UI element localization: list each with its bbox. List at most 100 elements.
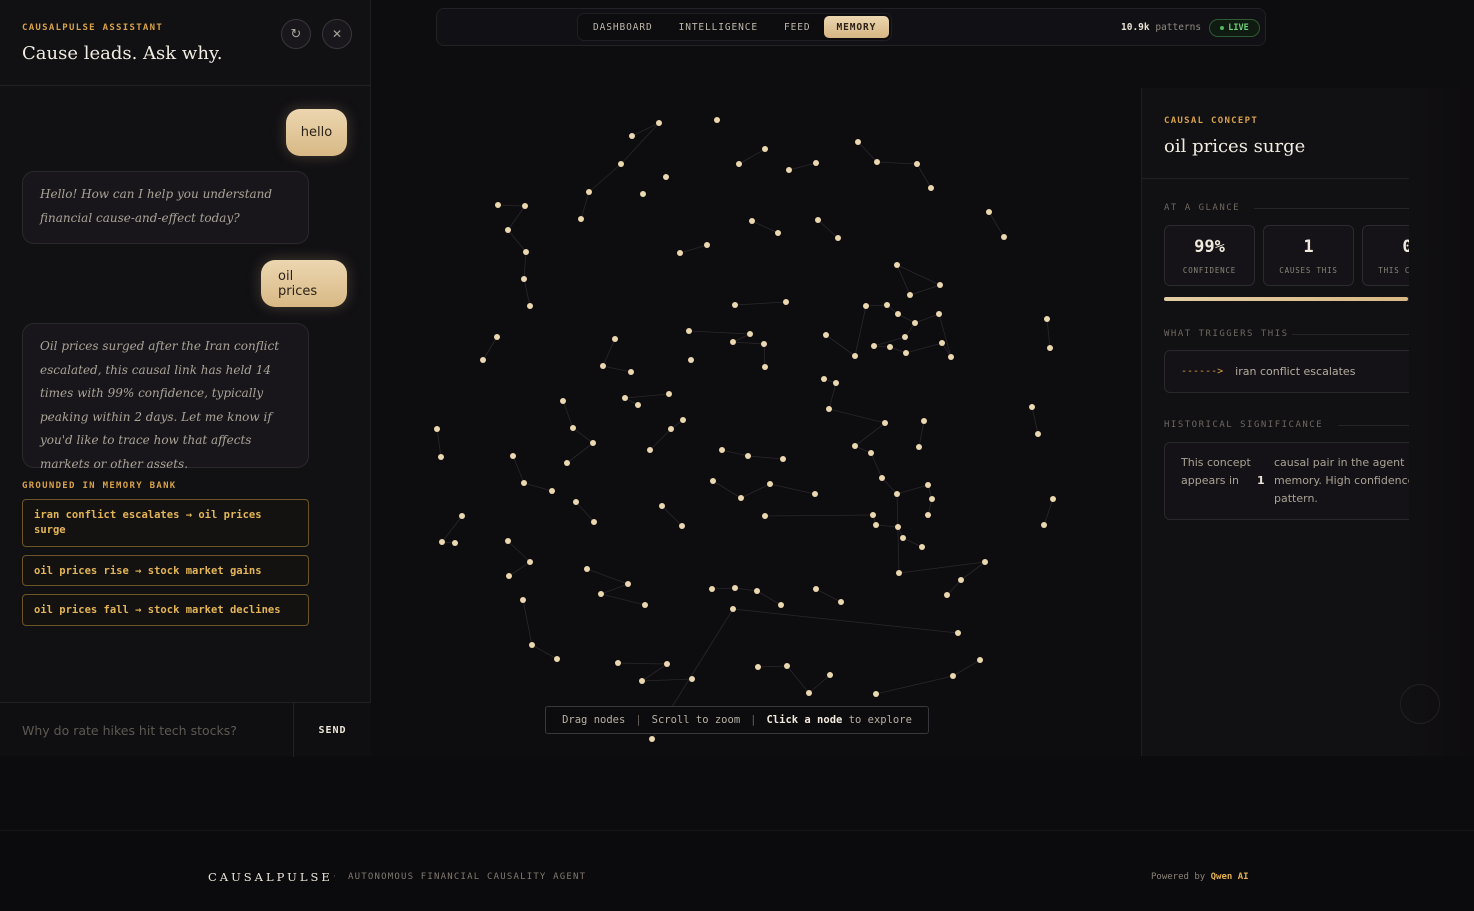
graph-node[interactable] — [689, 676, 695, 682]
graph-node[interactable] — [1050, 496, 1056, 502]
graph-node[interactable] — [907, 292, 913, 298]
graph-node[interactable] — [936, 311, 942, 317]
graph-node[interactable] — [879, 475, 885, 481]
graph-node[interactable] — [780, 456, 786, 462]
graph-node[interactable] — [600, 363, 606, 369]
graph-node[interactable] — [900, 535, 906, 541]
graph-node[interactable] — [520, 597, 526, 603]
graph-node[interactable] — [680, 417, 686, 423]
graph-node[interactable] — [902, 334, 908, 340]
memory-chip[interactable]: oil prices fall → stock market declines — [22, 594, 309, 626]
graph-node[interactable] — [873, 691, 879, 697]
graph-node[interactable] — [590, 440, 596, 446]
graph-node[interactable] — [894, 491, 900, 497]
graph-node[interactable] — [928, 185, 934, 191]
graph-node[interactable] — [827, 672, 833, 678]
graph-node[interactable] — [903, 350, 909, 356]
graph-node[interactable] — [896, 570, 902, 576]
graph-node[interactable] — [838, 599, 844, 605]
graph-node[interactable] — [813, 586, 819, 592]
graph-node[interactable] — [639, 678, 645, 684]
tab-feed[interactable]: FEED — [771, 16, 823, 38]
graph-node[interactable] — [852, 443, 858, 449]
graph-node[interactable] — [523, 249, 529, 255]
graph-node[interactable] — [529, 642, 535, 648]
graph-node[interactable] — [710, 478, 716, 484]
graph-node[interactable] — [813, 160, 819, 166]
graph-node[interactable] — [823, 332, 829, 338]
graph-node[interactable] — [882, 420, 888, 426]
graph-node[interactable] — [874, 159, 880, 165]
graph-node[interactable] — [521, 480, 527, 486]
graph-node[interactable] — [578, 216, 584, 222]
graph-node[interactable] — [439, 539, 445, 545]
graph-node[interactable] — [640, 191, 646, 197]
graph-node[interactable] — [871, 343, 877, 349]
graph-node[interactable] — [925, 512, 931, 518]
graph-node[interactable] — [584, 566, 590, 572]
graph-node[interactable] — [762, 146, 768, 152]
graph-node[interactable] — [939, 340, 945, 346]
side-circle-button[interactable] — [1400, 684, 1440, 724]
graph-node[interactable] — [826, 406, 832, 412]
graph-node[interactable] — [573, 499, 579, 505]
tab-dashboard[interactable]: DASHBOARD — [580, 16, 666, 38]
graph-node[interactable] — [1029, 404, 1035, 410]
graph-node[interactable] — [778, 602, 784, 608]
graph-node[interactable] — [812, 491, 818, 497]
tab-memory[interactable]: MEMORY — [823, 16, 890, 38]
graph-node[interactable] — [955, 630, 961, 636]
graph-node[interactable] — [925, 482, 931, 488]
graph-node[interactable] — [762, 513, 768, 519]
graph-node[interactable] — [586, 189, 592, 195]
graph-node[interactable] — [664, 661, 670, 667]
graph-node[interactable] — [806, 690, 812, 696]
graph-node[interactable] — [438, 454, 444, 460]
graph-node[interactable] — [747, 331, 753, 337]
graph-node[interactable] — [649, 736, 655, 742]
graph-node[interactable] — [958, 577, 964, 583]
graph-node[interactable] — [730, 606, 736, 612]
graph-node[interactable] — [1041, 522, 1047, 528]
trigger-item[interactable]: ------> iran conflict escalates — [1164, 350, 1409, 393]
close-button[interactable]: ✕ — [322, 19, 352, 49]
graph-node[interactable] — [855, 139, 861, 145]
memory-chip[interactable]: iran conflict escalates → oil prices sur… — [22, 499, 309, 547]
graph-node[interactable] — [786, 167, 792, 173]
refresh-button[interactable]: ↻ — [281, 19, 311, 49]
graph-node[interactable] — [591, 519, 597, 525]
graph-node[interactable] — [916, 444, 922, 450]
graph-node[interactable] — [884, 302, 890, 308]
graph-node[interactable] — [755, 664, 761, 670]
graph-node[interactable] — [714, 117, 720, 123]
graph-node[interactable] — [736, 161, 742, 167]
graph-node[interactable] — [754, 588, 760, 594]
graph-node[interactable] — [625, 581, 631, 587]
graph-node[interactable] — [767, 481, 773, 487]
graph-node[interactable] — [821, 376, 827, 382]
graph-node[interactable] — [852, 353, 858, 359]
graph-node[interactable] — [929, 496, 935, 502]
graph-node[interactable] — [895, 524, 901, 530]
graph-node[interactable] — [505, 538, 511, 544]
graph-node[interactable] — [505, 227, 511, 233]
graph-node[interactable] — [564, 460, 570, 466]
graph-node[interactable] — [522, 203, 528, 209]
graph-node[interactable] — [784, 663, 790, 669]
graph-node[interactable] — [762, 364, 768, 370]
graph-node[interactable] — [677, 250, 683, 256]
graph-node[interactable] — [480, 357, 486, 363]
graph-node[interactable] — [521, 276, 527, 282]
graph-node[interactable] — [775, 230, 781, 236]
graph-node[interactable] — [912, 320, 918, 326]
graph-node[interactable] — [495, 202, 501, 208]
graph-node[interactable] — [679, 523, 685, 529]
graph-node[interactable] — [709, 586, 715, 592]
tab-intelligence[interactable]: INTELLIGENCE — [666, 16, 771, 38]
memory-chip[interactable]: oil prices rise → stock market gains — [22, 555, 309, 586]
graph-node[interactable] — [570, 425, 576, 431]
graph-node[interactable] — [615, 660, 621, 666]
graph-node[interactable] — [732, 585, 738, 591]
graph-node[interactable] — [944, 592, 950, 598]
graph-node[interactable] — [745, 453, 751, 459]
